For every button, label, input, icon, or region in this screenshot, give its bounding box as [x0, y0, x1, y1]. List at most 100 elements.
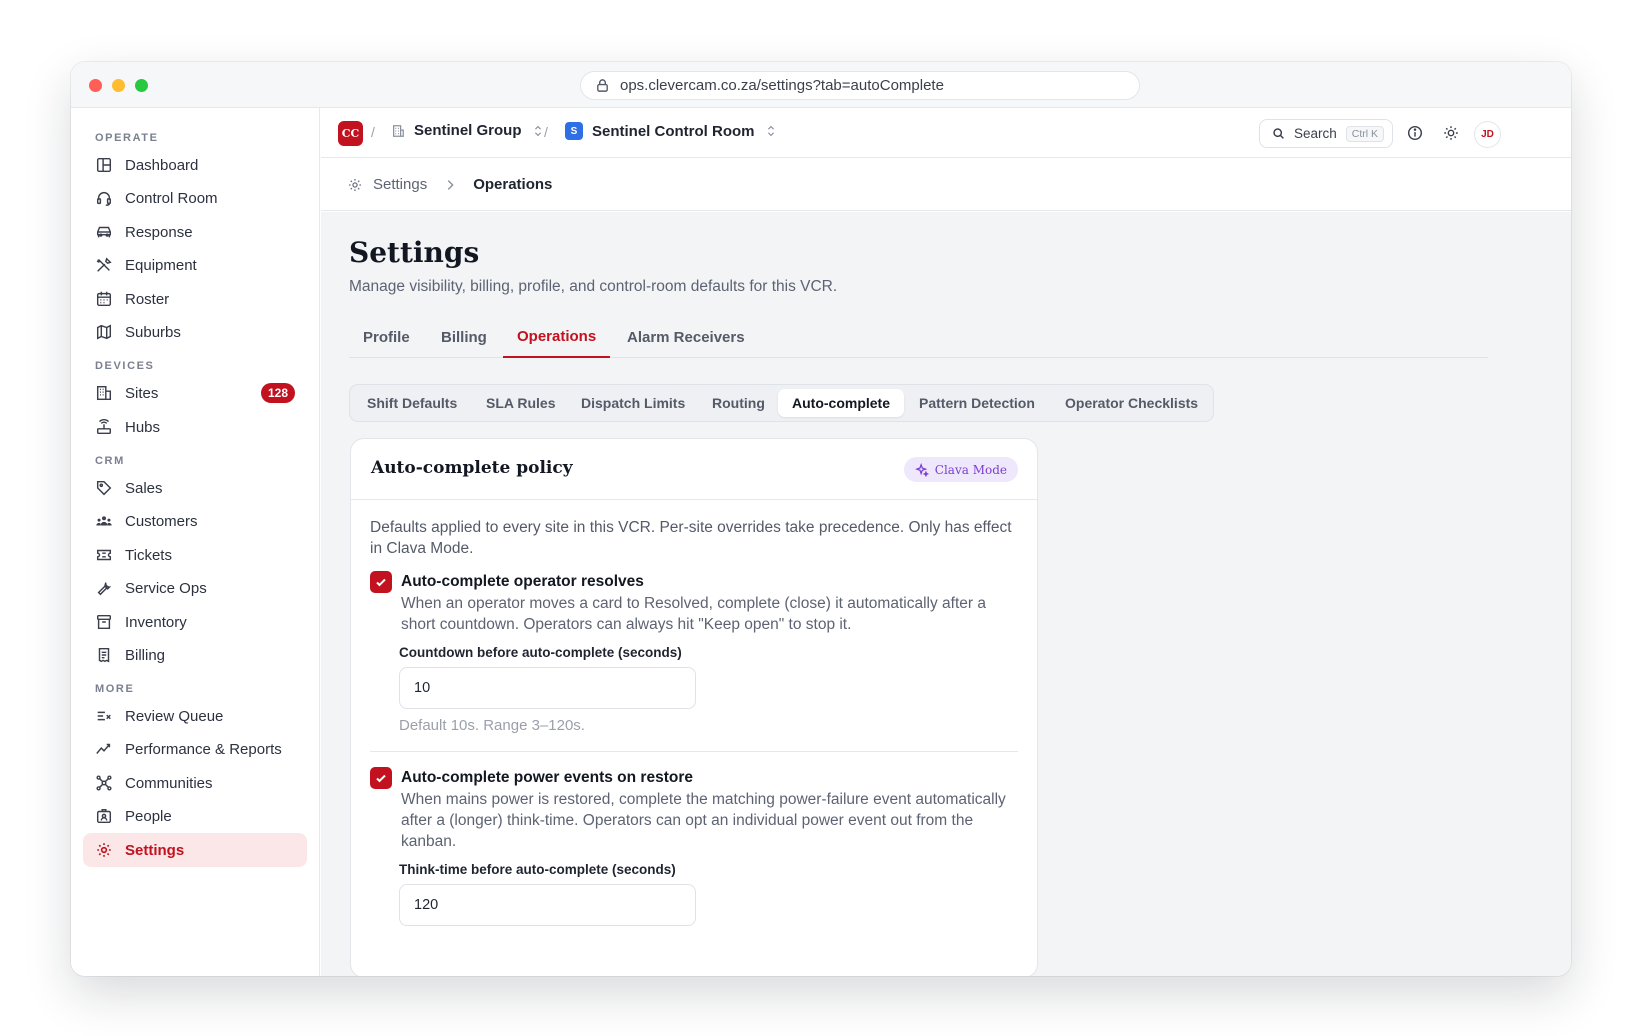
card-description: Defaults applied to every site in this V… [370, 519, 1012, 557]
sidebar-item-response[interactable]: Response [83, 215, 307, 249]
countdown-seconds-input[interactable]: 10 [399, 667, 696, 709]
sidebar-item-tickets[interactable]: Tickets [83, 538, 307, 572]
breadcrumb-settings-link[interactable]: Settings [373, 176, 427, 193]
url-text: ops.clevercam.co.za/settings?tab=autoCom… [620, 77, 944, 94]
map-icon [96, 324, 112, 340]
topbar-separator: / [371, 124, 375, 140]
card-header: Auto-complete policy Clava Mode [351, 439, 1037, 500]
sidebar-item-customers[interactable]: Customers [83, 504, 307, 538]
control-room-switcher[interactable]: S Sentinel Control Room [565, 122, 778, 140]
maximize-window-button[interactable] [135, 79, 148, 92]
search-icon [1273, 128, 1284, 139]
building-icon [393, 124, 404, 137]
subtab-sla-rules[interactable]: SLA Rules [472, 389, 570, 417]
headset-icon [96, 191, 112, 206]
sidebar-item-suburbs[interactable]: Suburbs [83, 315, 307, 349]
browser-window: ops.clevercam.co.za/settings?tab=autoCom… [71, 62, 1571, 976]
subtab-pattern-detection[interactable]: Pattern Detection [905, 389, 1049, 417]
sun-icon[interactable] [1442, 124, 1460, 142]
section-label-more: MORE [95, 683, 135, 695]
sidebar-item-hubs[interactable]: Hubs [83, 410, 307, 444]
sidebar-item-label: Dashboard [125, 156, 199, 174]
think-time-seconds-input[interactable]: 120 [399, 884, 696, 926]
subtab-routing[interactable]: Routing [698, 389, 779, 417]
sidebar: OPERATE Dashboard Control Room Response … [71, 108, 320, 976]
sidebar-item-label: Sites [125, 384, 159, 402]
sidebar-item-label: Control Room [125, 189, 218, 207]
subtab-shift-defaults[interactable]: Shift Defaults [353, 389, 471, 417]
room-name: Sentinel Control Room [592, 122, 755, 140]
org-name: Sentinel Group [414, 122, 522, 139]
car-icon [96, 226, 112, 238]
check-icon [376, 774, 386, 783]
sidebar-item-control-room[interactable]: Control Room [83, 181, 307, 215]
users-icon [96, 516, 112, 526]
sidebar-item-people[interactable]: People [83, 799, 307, 833]
auto-complete-power-events-checkbox[interactable] [370, 767, 392, 789]
section-label-devices: DEVICES [95, 360, 155, 372]
sites-count-badge: 128 [260, 383, 295, 403]
tab-billing[interactable]: Billing [427, 316, 501, 358]
lock-icon [597, 79, 608, 92]
sidebar-item-sites[interactable]: Sites 128 [83, 376, 307, 410]
sidebar-item-label: Equipment [125, 256, 197, 274]
org-switcher[interactable]: Sentinel Group [391, 122, 545, 139]
tab-alarm-receivers[interactable]: Alarm Receivers [613, 316, 759, 358]
sidebar-item-label: Inventory [125, 613, 187, 631]
sidebar-item-dashboard[interactable]: Dashboard [83, 148, 307, 182]
option-divider [370, 751, 1018, 752]
tag-icon [96, 480, 112, 496]
sidebar-item-performance-reports[interactable]: Performance & Reports [83, 732, 307, 766]
building-icon [96, 385, 112, 401]
option-description: When an operator moves a card to Resolve… [401, 595, 986, 633]
ticket-icon [96, 549, 112, 561]
close-window-button[interactable] [89, 79, 102, 92]
sidebar-item-equipment[interactable]: Equipment [83, 248, 307, 282]
subtab-dispatch-limits[interactable]: Dispatch Limits [567, 389, 699, 417]
sidebar-item-label: Roster [125, 290, 170, 308]
breadcrumb-current: Operations [473, 176, 553, 193]
auto-complete-resolves-checkbox[interactable] [370, 571, 392, 593]
sidebar-item-label: Service Ops [125, 579, 207, 597]
sidebar-item-label: Communities [125, 774, 213, 792]
option-title: Auto-complete power events on restore [401, 769, 693, 786]
sidebar-item-communities[interactable]: Communities [83, 766, 307, 800]
subtab-auto-complete[interactable]: Auto-complete [778, 389, 904, 417]
settings-tabs: Profile Billing Operations Alarm Receive… [349, 316, 1488, 358]
sidebar-item-settings[interactable]: Settings [83, 833, 307, 867]
countdown-hint: Default 10s. Range 3–120s. [399, 717, 585, 734]
sidebar-item-label: Suburbs [125, 323, 181, 341]
check-icon [376, 578, 386, 587]
layout-icon [96, 157, 112, 173]
info-icon[interactable] [1406, 124, 1424, 142]
sidebar-item-inventory[interactable]: Inventory [83, 605, 307, 639]
avatar[interactable]: JD [1474, 121, 1501, 148]
clava-mode-label: Clava Mode [934, 462, 1007, 477]
think-time-field-label: Think-time before auto-complete (seconds… [399, 862, 676, 877]
minimize-window-button[interactable] [112, 79, 125, 92]
tab-profile[interactable]: Profile [349, 316, 424, 358]
sidebar-item-service-ops[interactable]: Service Ops [83, 571, 307, 605]
sidebar-item-review-queue[interactable]: Review Queue [83, 699, 307, 733]
wrench-icon [97, 582, 112, 596]
sidebar-item-roster[interactable]: Roster [83, 282, 307, 316]
trend-icon [96, 743, 111, 754]
address-bar[interactable]: ops.clevercam.co.za/settings?tab=autoCom… [580, 71, 1140, 100]
browser-titlebar: ops.clevercam.co.za/settings?tab=autoCom… [71, 62, 1571, 108]
sidebar-item-label: Review Queue [125, 707, 224, 725]
router-icon [96, 419, 112, 435]
sidebar-item-label: Tickets [125, 546, 172, 564]
section-label-crm: CRM [95, 455, 125, 467]
option-description: When mains power is restored, complete t… [401, 791, 1006, 850]
tab-operations[interactable]: Operations [503, 316, 611, 358]
sidebar-item-sales[interactable]: Sales [83, 471, 307, 505]
subtab-operator-checklists[interactable]: Operator Checklists [1051, 389, 1212, 417]
sidebar-item-billing[interactable]: Billing [83, 638, 307, 672]
chevron-updown-icon [534, 125, 541, 136]
gear-icon [97, 843, 111, 857]
search-button[interactable]: Search Ctrl K [1259, 119, 1393, 148]
search-label: Search [1294, 126, 1337, 141]
room-chip: S [565, 122, 583, 140]
org-logo[interactable]: CC [338, 121, 363, 146]
main-content: Settings Manage visibility, billing, pro… [321, 212, 1571, 976]
